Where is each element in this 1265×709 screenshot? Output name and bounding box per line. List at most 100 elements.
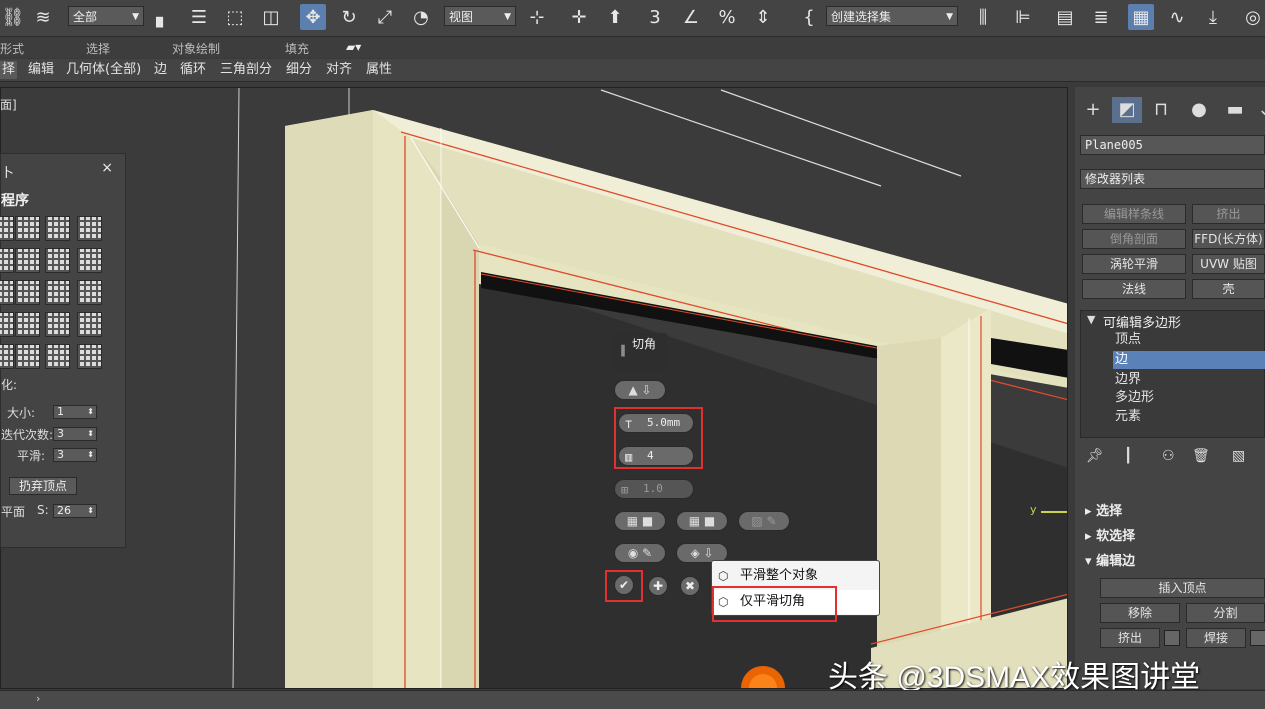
select-by-name-icon[interactable]: ☰ [186,4,212,30]
material-editor-icon[interactable]: ◎ [1240,4,1265,30]
ribbon-tab[interactable]: 编辑 [26,61,56,79]
pattern-swatch[interactable] [15,216,40,241]
object-name-field[interactable]: Plane005 [1080,135,1265,155]
rollout-edit-edges[interactable]: ▾ 编辑边 [1085,550,1135,569]
quad-chamfer-toggle[interactable]: ▨ ✎ [738,511,790,531]
pattern-swatch[interactable] [45,312,70,337]
invert-toggle[interactable]: ▦ ■ [676,511,728,531]
make-unique-icon[interactable]: ⚇ [1162,448,1175,464]
weld-button[interactable]: 焊接 [1186,628,1246,648]
display-tab-icon[interactable]: ▬ [1220,97,1250,123]
extrude-button[interactable]: 挤出 [1100,628,1160,648]
keyboard-shortcut-icon[interactable]: ⬆ [602,4,628,30]
viewport-label[interactable]: 面] [0,96,17,113]
bind-spacewarp-icon[interactable]: ≋ [30,4,56,30]
pattern-swatch[interactable] [0,216,14,241]
pattern-swatch[interactable] [0,344,14,369]
mirror-icon[interactable]: ⫼ [970,4,996,30]
pattern-swatch[interactable] [77,280,102,305]
create-tab-icon[interactable]: + [1078,97,1108,123]
ribbon-tab[interactable]: 循环 [178,61,208,79]
snap-toggle-icon[interactable]: 3 [642,4,668,30]
ribbon-tab[interactable]: 对齐 [324,61,354,79]
modifier-button[interactable]: 编辑样条线 [1082,204,1186,224]
ribbon-tab[interactable]: 边 [152,61,169,79]
pattern-swatch[interactable] [15,344,40,369]
discard-vertices-button[interactable]: 扔弃顶点 [9,477,77,495]
rollout-soft-selection[interactable]: ▸ 软选择 [1085,525,1135,544]
smooth-type-dropdown[interactable]: ◉ ✎ [614,543,666,563]
stack-item-edge[interactable]: 边 [1113,351,1265,369]
chamfer-caddy-header[interactable]: ∥ 切角 [614,333,668,371]
pattern-swatch[interactable] [45,248,70,273]
ribbon-tab[interactable]: 细分 [284,61,314,79]
modifier-button[interactable]: FFD(长方体) [1192,229,1265,249]
select-object-icon[interactable]: ▖ [150,4,176,30]
modify-tab-icon[interactable]: ◩ [1112,97,1142,123]
pin-stack-icon[interactable]: 📌︎ [1086,448,1104,464]
show-end-result-icon[interactable]: ┃ [1124,448,1132,464]
window-crossing-icon[interactable]: ◫ [258,4,284,30]
modifier-button[interactable]: 倒角剖面 [1082,229,1186,249]
modifier-button[interactable]: 壳 [1192,279,1265,299]
remove-button[interactable]: 移除 [1100,603,1180,623]
percent-snap-icon[interactable]: % [714,4,740,30]
pattern-swatch[interactable] [15,312,40,337]
configure-modifier-sets-icon[interactable]: ▧ [1232,448,1245,464]
pattern-swatch[interactable] [15,248,40,273]
ribbon-group-label[interactable]: 填充 [285,40,309,57]
modifier-button[interactable]: 挤出 [1192,204,1265,224]
cancel-icon[interactable]: ✖ [680,576,700,596]
remove-modifier-icon[interactable]: 🗑︎ [1192,448,1210,464]
pattern-swatch[interactable] [45,344,70,369]
pattern-swatch[interactable] [0,248,14,273]
pattern-swatch[interactable] [77,312,102,337]
edit-named-sets-icon[interactable]: { [796,4,822,30]
hierarchy-tab-icon[interactable]: ⊓ [1146,97,1176,123]
curve-editor-icon[interactable]: ∿ [1164,4,1190,30]
modifier-button[interactable]: UVW 贴图 [1192,254,1265,274]
ribbon-options-icon[interactable]: ▰▾ [346,40,361,54]
selection-filter-dropdown[interactable]: 全部 ▼ [68,6,144,26]
ribbon-tab[interactable]: 三角剖分 [218,61,274,79]
ribbon-tab[interactable]: 属性 [364,61,394,79]
pattern-swatch[interactable] [45,280,70,305]
scale-icon[interactable]: ⤢ [372,4,398,30]
align-icon[interactable]: ⊫ [1010,4,1036,30]
utilities-tab-icon[interactable]: ⌄ [1250,97,1265,123]
layer-explorer-icon[interactable]: ≣ [1088,4,1114,30]
ribbon-group-label[interactable]: 形式 [0,40,24,57]
link-icon[interactable]: ⛓ [0,4,26,30]
modifier-button[interactable]: 法线 [1082,279,1186,299]
rollout-selection[interactable]: ▸ 选择 [1085,500,1122,519]
ribbon-toggle-icon[interactable]: ▦ [1128,4,1154,30]
stack-item-border[interactable]: 边界 [1115,371,1141,389]
expand-icon[interactable]: ▼ [1087,313,1095,326]
weld-settings-icon[interactable] [1250,630,1265,646]
rect-selection-icon[interactable]: ⬚ [222,4,248,30]
angle-snap-icon[interactable]: ∠ [678,4,704,30]
ribbon-tab[interactable]: 几何体(全部) [64,61,143,79]
ribbon-group-label[interactable]: 选择 [86,40,110,57]
expand-arrow-icon[interactable]: › [36,692,40,705]
rotate-icon[interactable]: ↻ [336,4,362,30]
smooth-spinner[interactable]: 3 ⬍ [53,448,97,462]
stack-item-element[interactable]: 元素 [1115,408,1141,426]
chamfer-type-dropdown[interactable]: ▲ ⇩ [614,380,666,400]
stack-item-polygon[interactable]: 多边形 [1115,389,1154,407]
s-spinner[interactable]: 26 ⬍ [53,504,97,518]
pattern-swatch[interactable] [77,216,102,241]
chamfer-tension-spinner[interactable]: ⊞ 1.0 [614,479,694,499]
iterations-spinner[interactable]: 3 ⬍ [53,427,97,441]
select-manipulate-icon[interactable]: ✛ [566,4,592,30]
perspective-viewport[interactable] [0,87,1068,689]
size-spinner[interactable]: 1 ⬍ [53,405,97,419]
open-chamfer-toggle[interactable]: ▦ ■ [614,511,666,531]
ribbon-group-label[interactable]: 对象绘制 [172,40,220,57]
pivot-center-icon[interactable]: ⊹ [524,4,550,30]
apply-continue-icon[interactable]: ✚ [648,576,668,596]
pattern-swatch[interactable] [0,280,14,305]
stack-root-item[interactable]: 可编辑多边形 [1103,312,1181,331]
extrude-settings-icon[interactable] [1164,630,1180,646]
close-icon[interactable]: × [101,160,113,176]
